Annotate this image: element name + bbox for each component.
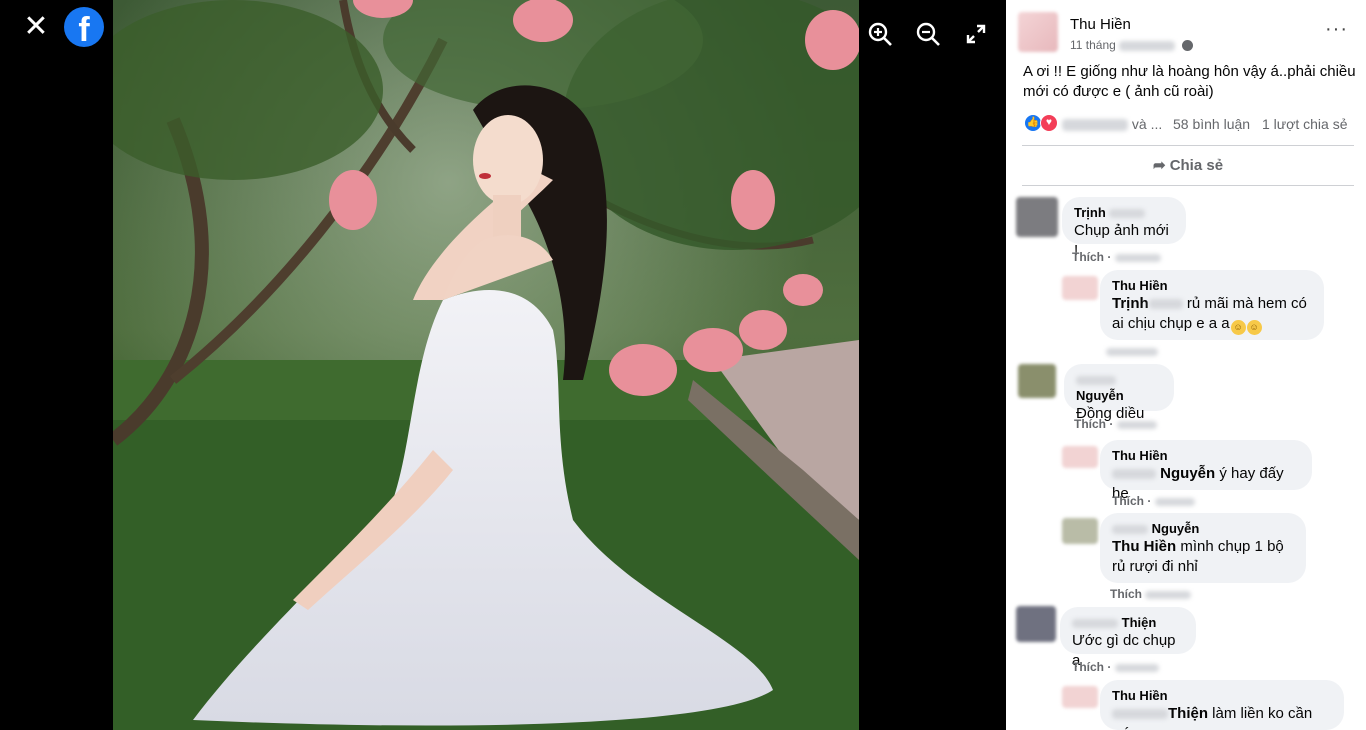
avatar[interactable] xyxy=(1018,364,1056,398)
facebook-logo[interactable]: f xyxy=(64,7,104,47)
post-text: A ơi !! E giống như là hoàng hôn vậy á..… xyxy=(1023,63,1356,100)
zoom-in-icon[interactable] xyxy=(866,20,894,48)
like-link[interactable]: Thích · xyxy=(1074,417,1113,431)
zoom-out-icon[interactable] xyxy=(914,20,942,48)
post-panel: Thu Hiền 11 tháng ··· A ơi !! E giống nh… xyxy=(1006,0,1366,730)
comment-author[interactable]: Thu Hiền xyxy=(1112,278,1312,294)
mention[interactable]: Thiện xyxy=(1168,705,1208,722)
blurred-time xyxy=(1114,663,1159,672)
comment-bubble: Thiện Ước gì dc chụp ạ xyxy=(1060,607,1196,669)
post-time[interactable]: 11 tháng xyxy=(1070,38,1193,52)
avatar[interactable] xyxy=(1018,12,1058,52)
post-author[interactable]: Thu Hiền xyxy=(1070,16,1131,33)
blurred-time xyxy=(1106,347,1158,356)
reactions-bar: 👍 ♥ và ... 58 bình luận 1 lượt chia sẻ xyxy=(1022,114,1362,134)
reaction-names[interactable]: và ... xyxy=(1062,116,1162,132)
comment-author[interactable]: Thiện xyxy=(1072,615,1184,631)
comment-author[interactable]: Nguyễn xyxy=(1112,521,1294,537)
comment-bubble: Nguyễn Thu Hiền mình chụp 1 bộ rủ rượi đ… xyxy=(1100,513,1306,583)
comment-author[interactable]: Trịnh xyxy=(1074,205,1174,221)
comment-bubble: Trịnh Chụp ảnh mới ! xyxy=(1062,197,1186,259)
comment-bubble: Nguyễn Đồng diều xyxy=(1064,364,1174,422)
blurred-time xyxy=(1114,253,1161,262)
close-icon[interactable]: ✕ xyxy=(20,12,52,44)
divider xyxy=(1022,145,1354,146)
love-reaction-icon[interactable]: ♥ xyxy=(1040,114,1058,132)
comment-author[interactable]: Thu Hiền xyxy=(1112,448,1300,464)
mention[interactable]: Trịnh xyxy=(1112,295,1149,312)
photo-viewer: ✕ f xyxy=(0,0,1006,730)
fullscreen-icon[interactable] xyxy=(962,20,990,48)
mention[interactable]: Nguyễn xyxy=(1160,465,1215,482)
avatar[interactable] xyxy=(1016,197,1058,237)
comment-actions: Thích · xyxy=(1074,417,1157,431)
comment-bubble: Thu Hiền Trịnh rủ mãi mà hem có ai chịu … xyxy=(1100,270,1324,340)
share-label: Chia sẻ xyxy=(1169,157,1224,174)
share-icon: ➦ xyxy=(1152,157,1166,174)
comment-actions: Thích · xyxy=(1072,250,1161,264)
grin-emoji-icon: ☺ xyxy=(1246,320,1262,335)
like-link[interactable]: Thích · xyxy=(1072,660,1111,674)
comment-actions: Thích xyxy=(1110,587,1192,601)
comment-bubble: Thu Hiền Thiện làm liền ko cần ước xyxy=(1100,680,1344,730)
comments-count[interactable]: 58 bình luận xyxy=(1173,116,1250,132)
comment-actions xyxy=(1106,344,1158,358)
comment-author[interactable]: Nguyễn xyxy=(1076,372,1162,404)
comment-actions: Thích · xyxy=(1112,494,1195,508)
like-link[interactable]: Thích xyxy=(1110,587,1142,601)
blurred-time xyxy=(1145,590,1192,599)
avatar[interactable] xyxy=(1062,518,1098,544)
avatar[interactable] xyxy=(1062,686,1098,708)
grin-emoji-icon: ☺ xyxy=(1230,320,1246,335)
shares-count[interactable]: 1 lượt chia sẻ xyxy=(1262,116,1347,132)
globe-icon xyxy=(1181,40,1193,52)
share-button[interactable]: ➦ Chia sẻ xyxy=(1022,150,1354,182)
avatar[interactable] xyxy=(1016,606,1056,642)
post-time-label: 11 tháng xyxy=(1070,38,1116,52)
like-link[interactable]: Thích · xyxy=(1072,250,1111,264)
avatar[interactable] xyxy=(1062,446,1098,468)
blurred-name xyxy=(1062,119,1128,132)
like-link[interactable]: Thích · xyxy=(1112,494,1151,508)
blurred-time xyxy=(1154,497,1195,506)
blurred-date xyxy=(1119,40,1176,51)
post-photo[interactable] xyxy=(113,0,859,730)
more-options-icon[interactable]: ··· xyxy=(1325,19,1348,39)
comment-author[interactable]: Thu Hiền xyxy=(1112,688,1332,704)
avatar[interactable] xyxy=(1062,276,1098,300)
comment-actions: Thích · xyxy=(1072,660,1159,674)
blurred-time xyxy=(1116,420,1157,429)
reaction-names-suffix: và ... xyxy=(1131,116,1163,132)
comment-bubble: Thu Hiền Nguyễn ý hay đấy he xyxy=(1100,440,1312,502)
mention[interactable]: Thu Hiền xyxy=(1112,538,1176,555)
divider xyxy=(1022,185,1354,186)
